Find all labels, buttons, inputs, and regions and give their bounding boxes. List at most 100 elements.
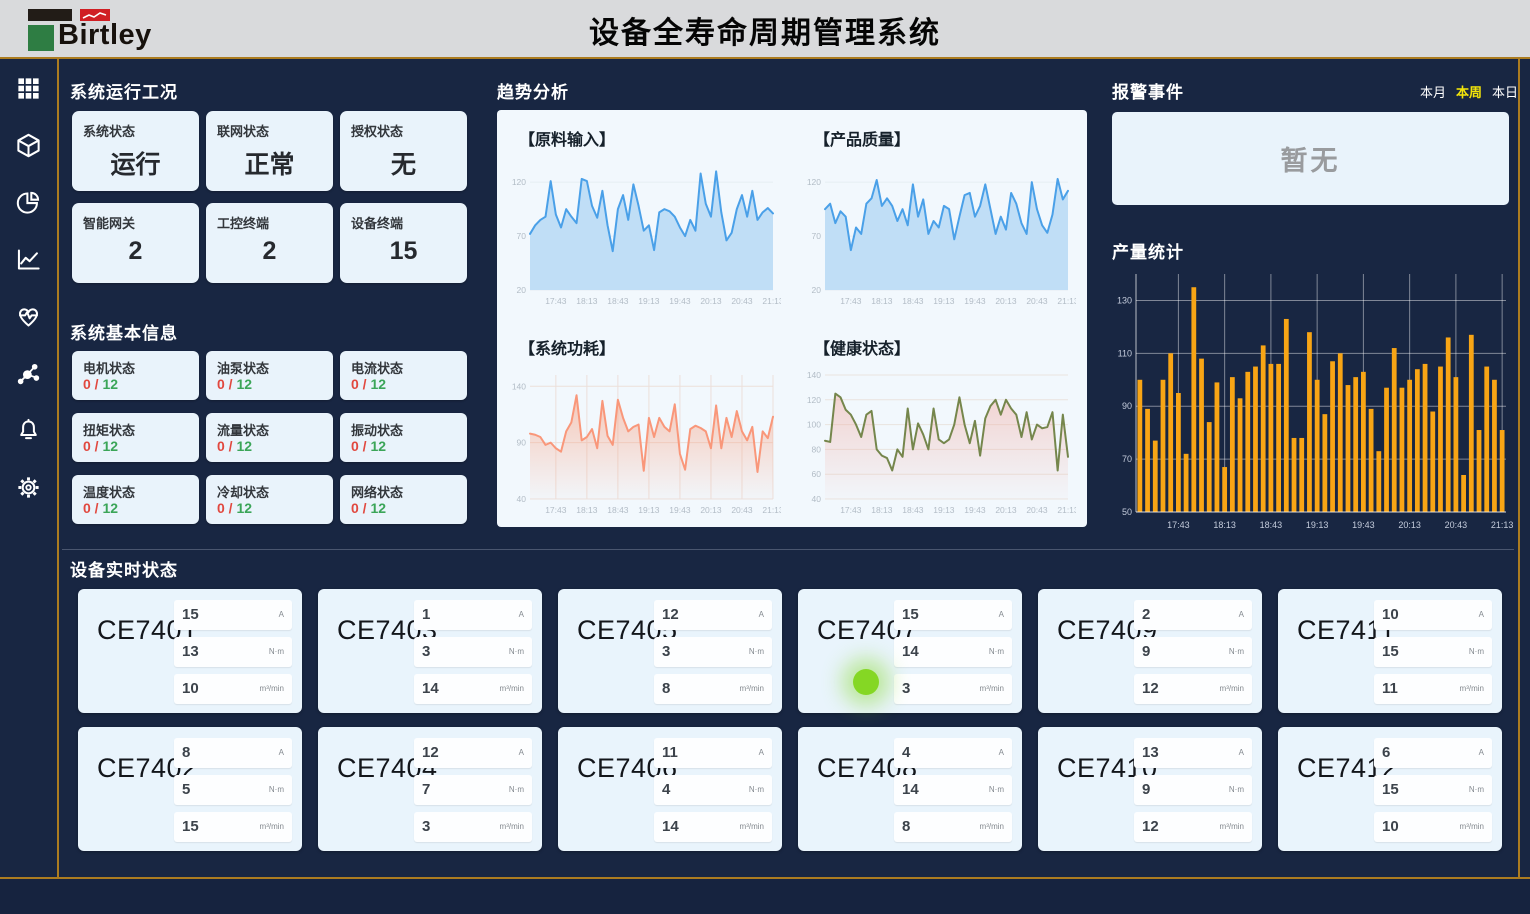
count-separator: / (91, 500, 103, 516)
metric-unit: m³/min (260, 684, 284, 693)
device-metrics: 10A15N·m11m³/min (1374, 600, 1492, 711)
section-title-alarm: 报警事件 (1112, 78, 1184, 103)
info-card-label: 温度状态 (83, 482, 135, 501)
total-count: 12 (370, 500, 386, 516)
metric-unit: N·m (749, 647, 764, 656)
svg-text:40: 40 (812, 494, 822, 504)
status-card-label: 设备终端 (351, 213, 403, 232)
alarm-period-tabs: 本月本周本日 (1420, 82, 1515, 101)
metric-unit: m³/min (1220, 822, 1244, 831)
metric-value: 8 (662, 680, 670, 697)
info-card-label: 振动状态 (351, 420, 403, 439)
line-chart: 409014017:4318:1318:4319:1319:4320:1320:… (503, 365, 781, 517)
dashboard-root: Birtley 设备全寿命周期管理系统 系统运行工况 系统状态运行联网状态正常授… (0, 0, 1530, 914)
gear-icon[interactable] (15, 474, 42, 501)
total-count: 12 (370, 376, 386, 392)
metric-unit: m³/min (980, 684, 1004, 693)
svg-text:19:43: 19:43 (669, 296, 691, 306)
svg-text:19:13: 19:13 (638, 505, 660, 515)
alarm-tab-本月[interactable]: 本月 (1420, 82, 1446, 101)
info-card-label: 冷却状态 (217, 482, 269, 501)
status-indicator-active (853, 669, 879, 695)
header: Birtley 设备全寿命周期管理系统 (0, 0, 1530, 57)
info-card: 冷却状态0 / 12 (206, 475, 333, 524)
svg-text:21:13: 21:13 (1057, 296, 1076, 306)
line-chart: 207012017:4318:1318:4319:1319:4320:1320:… (798, 156, 1076, 308)
molecule-icon[interactable] (15, 360, 42, 387)
alarm-tab-本日[interactable]: 本日 (1492, 82, 1518, 101)
device-metric: 4 N·m (654, 775, 772, 805)
alert-count: 0 (217, 438, 225, 454)
svg-text:17:43: 17:43 (1167, 520, 1190, 530)
pie-chart-icon[interactable] (15, 189, 42, 216)
device-card-CE7405[interactable]: CE740512A3N·m8m³/min (558, 589, 782, 713)
metric-unit: N·m (989, 785, 1004, 794)
device-metric: 3m³/min (414, 812, 532, 842)
info-card: 电流状态0 / 12 (340, 351, 467, 400)
device-card-CE7409[interactable]: CE74092A9N·m12m³/min (1038, 589, 1262, 713)
status-card: 设备终端15 (340, 203, 467, 283)
trend-chart-raw-input: 【原料输入】 207012017:4318:1318:4319:1319:432… (497, 110, 792, 319)
line-chart: 40608010012014017:4318:1318:4319:1319:43… (798, 365, 1076, 517)
device-card-CE7412[interactable]: CE74126A15N·m10m³/min (1278, 727, 1502, 851)
section-title-basic-info: 系统基本信息 (70, 319, 178, 344)
svg-text:20:43: 20:43 (1026, 296, 1048, 306)
info-card-value: 0 / 12 (217, 500, 252, 516)
health-pulse-icon[interactable] (15, 303, 42, 330)
svg-text:21:13: 21:13 (1057, 505, 1076, 515)
metric-unit: N·m (749, 785, 764, 794)
device-card-CE7404[interactable]: CE740412A7N·m3m³/min (318, 727, 542, 851)
info-card: 油泵状态0 / 12 (206, 351, 333, 400)
device-card-CE7401[interactable]: CE740115A13N·m10m³/min (78, 589, 302, 713)
metric-unit: A (999, 748, 1004, 757)
device-card-CE7411[interactable]: CE741110A15N·m11m³/min (1278, 589, 1502, 713)
cube-icon[interactable] (15, 132, 42, 159)
info-card-label: 油泵状态 (217, 358, 269, 377)
metric-value: 5 (182, 781, 190, 798)
svg-text:19:43: 19:43 (964, 505, 986, 515)
total-count: 12 (236, 376, 252, 392)
metric-value: 15 (902, 606, 919, 623)
svg-text:20:43: 20:43 (731, 296, 753, 306)
alert-count: 0 (351, 376, 359, 392)
device-card-CE7407[interactable]: CE740715A14N·m3m³/min (798, 589, 1022, 713)
line-chart-icon[interactable] (15, 246, 42, 273)
device-card-CE7406[interactable]: CE740611A4N·m14m³/min (558, 727, 782, 851)
device-card-CE7403[interactable]: CE74031A3N·m14m³/min (318, 589, 542, 713)
metric-value: 6 (1382, 744, 1390, 761)
count-separator: / (225, 376, 237, 392)
svg-text:120: 120 (807, 177, 821, 187)
device-card-CE7410[interactable]: CE741013A9N·m12m³/min (1038, 727, 1262, 851)
metric-value: 8 (182, 744, 190, 761)
devices-grid: CE740115A13N·m10m³/minCE74031A3N·m14m³/m… (78, 589, 1506, 851)
alarm-tab-本周[interactable]: 本周 (1456, 82, 1482, 101)
metric-value: 15 (182, 818, 199, 835)
svg-text:18:43: 18:43 (1260, 520, 1283, 530)
svg-text:70: 70 (812, 231, 822, 241)
device-metric: 15m³/min (174, 812, 292, 842)
svg-text:20: 20 (812, 285, 822, 295)
apps-grid-icon[interactable] (15, 75, 42, 102)
device-metric: 15N·m (1374, 637, 1492, 667)
device-metric: 10A (1374, 600, 1492, 630)
device-metric: 7N·m (414, 775, 532, 805)
production-bar-chart: 50709011013017:4318:1318:4319:1319:4320:… (1110, 262, 1514, 536)
device-card-CE7408[interactable]: CE74084A14N·m8m³/min (798, 727, 1022, 851)
status-card-label: 授权状态 (351, 121, 403, 140)
alert-count: 0 (83, 376, 91, 392)
status-card: 系统状态运行 (72, 111, 199, 191)
total-count: 12 (236, 438, 252, 454)
trend-chart-power-consumption: 【系统功耗】 409014017:4318:1318:4319:1319:432… (497, 319, 792, 528)
bell-icon[interactable] (15, 417, 42, 444)
svg-text:19:43: 19:43 (964, 296, 986, 306)
device-card-CE7402[interactable]: CE74028A5N·m15m³/min (78, 727, 302, 851)
device-metric: 12A (414, 738, 532, 768)
device-metrics: 8A5N·m15m³/min (174, 738, 292, 849)
status-card-value: 2 (72, 237, 199, 266)
metric-value: 4 (662, 781, 670, 798)
info-card-value: 0 / 12 (351, 376, 386, 392)
metric-unit: A (1239, 610, 1244, 619)
device-metrics: 15A13N·m10m³/min (174, 600, 292, 711)
metric-value: 10 (1382, 818, 1399, 835)
device-metric: 10m³/min (174, 674, 292, 704)
